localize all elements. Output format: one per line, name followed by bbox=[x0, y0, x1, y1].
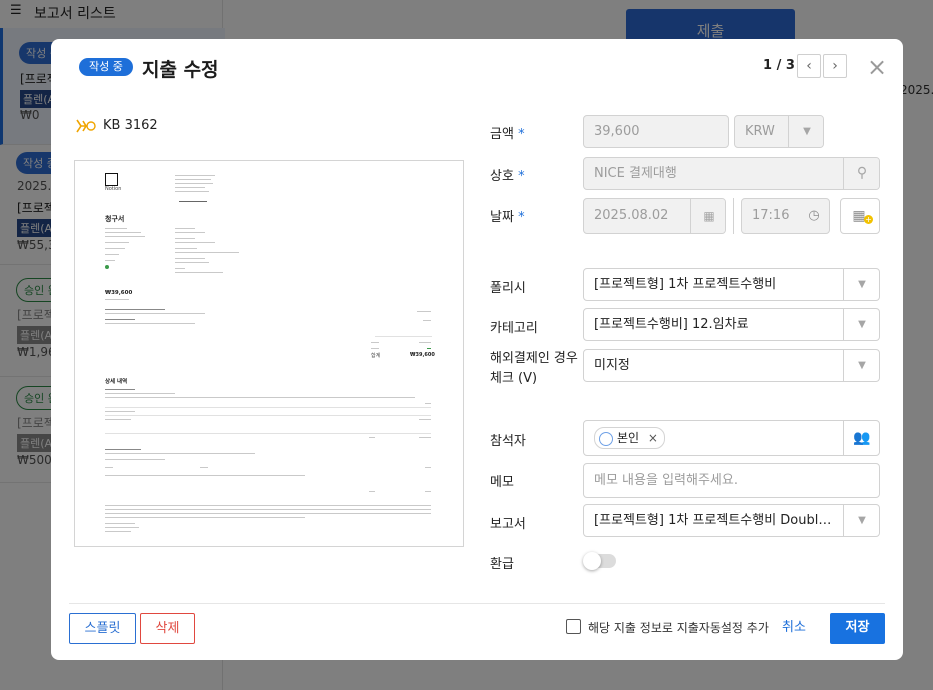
receipt-detail-heading: 상세 내역 bbox=[105, 379, 128, 385]
receipt-amount: ₩39,600 bbox=[105, 290, 133, 296]
category-select[interactable]: [프로젝트수행비] 12.임차료 ▼ bbox=[583, 308, 880, 341]
category-label: 카테고리 bbox=[490, 321, 538, 336]
toggle-knob bbox=[583, 552, 601, 570]
category-value: [프로젝트수행비] 12.임차료 bbox=[594, 317, 749, 332]
user-avatar-icon bbox=[599, 431, 613, 446]
report-value: [프로젝트형] 1차 프로젝트수행비 Doubl… bbox=[594, 513, 832, 528]
split-button[interactable]: 스플릿 bbox=[69, 613, 136, 644]
delete-button[interactable]: 삭제 bbox=[140, 613, 195, 644]
notion-logo-icon bbox=[105, 173, 118, 186]
close-icon: × bbox=[866, 53, 888, 81]
remove-icon[interactable]: × bbox=[648, 431, 658, 445]
prev-page-button[interactable]: ‹ bbox=[797, 54, 821, 78]
amount-label: 금액 * bbox=[490, 127, 525, 142]
attendee-chip: 본인 × bbox=[594, 427, 665, 449]
currency-value: KRW bbox=[745, 124, 775, 139]
auto-setting-label[interactable]: 해당 지출 정보로 지출자동설정 추가 bbox=[588, 619, 769, 636]
attendee-label: 참석자 bbox=[490, 434, 526, 449]
memo-input[interactable]: 메모 내용을 입력해주세요. bbox=[583, 463, 880, 498]
footer-divider bbox=[69, 603, 885, 604]
date-value: 2025.08.02 bbox=[594, 208, 669, 223]
receipt-total-label: 합계 bbox=[371, 353, 381, 359]
receipt-preview[interactable]: Notion 청구서 ₩39,600 합계 ₩39,600 상세 내역 bbox=[74, 160, 464, 547]
report-label: 보고서 bbox=[490, 517, 526, 532]
date-label: 날짜 * bbox=[490, 210, 525, 225]
overseas-value: 미지정 bbox=[594, 358, 630, 373]
next-page-button[interactable]: › bbox=[823, 54, 847, 78]
receipt-logo-text: Notion bbox=[105, 186, 122, 192]
chevron-left-icon: ‹ bbox=[806, 58, 812, 74]
overseas-label: 해외결제인 경우 bbox=[490, 351, 578, 366]
date-time-divider bbox=[733, 198, 734, 234]
cancel-button[interactable]: 취소 bbox=[773, 613, 815, 644]
kb-card-logo-icon bbox=[76, 119, 96, 132]
expense-edit-modal: 작성 중 지출 수정 1 / 3 ‹ › × KB 3162 Notion 청구… bbox=[51, 39, 903, 660]
required-mark: * bbox=[518, 127, 525, 142]
merchant-value: NICE 결제대행 bbox=[594, 166, 677, 181]
chevron-down-icon: ▼ bbox=[843, 350, 879, 381]
report-select[interactable]: [프로젝트형] 1차 프로젝트수행비 Doubl… ▼ bbox=[583, 504, 880, 537]
save-button[interactable]: 저장 bbox=[830, 613, 885, 644]
amount-input[interactable]: 39,600 bbox=[583, 115, 729, 148]
policy-label: 폴리시 bbox=[490, 281, 526, 296]
calendar-icon[interactable]: ▦ bbox=[690, 199, 725, 233]
location-pin-icon[interactable]: ⚲ bbox=[843, 158, 879, 189]
receipt-total: ₩39,600 bbox=[410, 352, 435, 358]
memo-label: 메모 bbox=[490, 475, 514, 490]
status-badge: 작성 중 bbox=[79, 58, 133, 76]
close-button[interactable]: × bbox=[866, 53, 888, 81]
receipt-heading: 청구서 bbox=[105, 215, 125, 223]
attendee-input[interactable]: 본인 × 👥 bbox=[583, 420, 880, 456]
add-attendee-icon[interactable]: 👥 bbox=[843, 421, 879, 455]
card-name: KB 3162 bbox=[103, 118, 158, 133]
chevron-down-icon: ▼ bbox=[843, 269, 879, 300]
time-input[interactable]: 17:16 ◷ bbox=[741, 198, 830, 234]
pager-indicator: 1 / 3 bbox=[763, 58, 795, 73]
card-info: KB 3162 bbox=[75, 118, 158, 133]
overseas-select[interactable]: 미지정 ▼ bbox=[583, 349, 880, 382]
merchant-label: 상호 * bbox=[490, 169, 525, 184]
chevron-right-icon: › bbox=[832, 58, 838, 74]
currency-select[interactable]: KRW ▼ bbox=[734, 115, 824, 148]
add-calendar-event-button[interactable]: ▦ + bbox=[840, 198, 880, 234]
overseas-label-line2: 체크 (V) bbox=[490, 371, 538, 386]
auto-setting-checkbox[interactable] bbox=[566, 619, 581, 634]
chevron-down-icon: ▼ bbox=[788, 116, 823, 147]
plus-icon: + bbox=[864, 215, 873, 224]
policy-select[interactable]: [프로젝트형] 1차 프로젝트수행비 ▼ bbox=[583, 268, 880, 301]
chevron-down-icon: ▼ bbox=[843, 505, 879, 536]
merchant-input[interactable]: NICE 결제대행 ⚲ bbox=[583, 157, 880, 190]
clock-icon[interactable]: ◷ bbox=[802, 199, 826, 233]
time-value: 17:16 bbox=[752, 208, 790, 223]
policy-value: [프로젝트형] 1차 프로젝트수행비 bbox=[594, 277, 777, 292]
modal-title: 지출 수정 bbox=[142, 59, 219, 81]
date-input[interactable]: 2025.08.02 ▦ bbox=[583, 198, 726, 234]
chevron-down-icon: ▼ bbox=[843, 309, 879, 340]
attendee-chip-label: 본인 bbox=[617, 431, 640, 445]
refund-label: 환급 bbox=[490, 557, 514, 572]
refund-toggle[interactable] bbox=[583, 552, 616, 570]
